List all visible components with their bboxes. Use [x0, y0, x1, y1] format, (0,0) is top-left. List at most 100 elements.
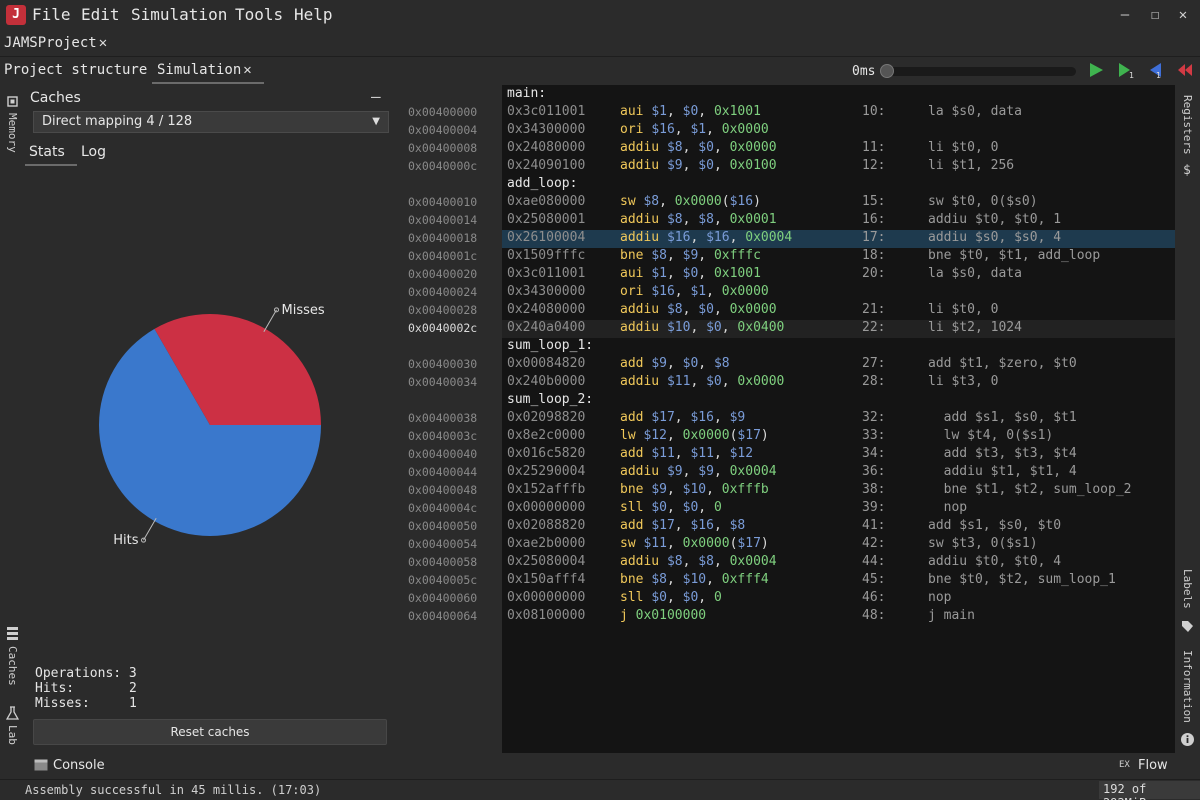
instruction-address: 0x00400030 — [408, 357, 478, 371]
project-tab[interactable]: JAMSProject ✕ — [4, 35, 107, 51]
sidebar-item-lab[interactable]: Lab — [6, 725, 19, 745]
instruction-row[interactable]: 0x34300000 ori $16, $1, 0x0000 — [502, 284, 1175, 302]
menu-help[interactable]: Help — [294, 5, 333, 24]
instruction-row[interactable]: 0x24080000 addiu $8, $0, 0x0000 21: li $t0,… — [502, 302, 1175, 320]
code-label-row[interactable]: sum_loop_2: — [502, 392, 1175, 410]
instruction-address: 0x00400058 — [408, 555, 478, 569]
register-operand: $9 — [666, 158, 683, 173]
instruction-row[interactable]: 0x240b0000 addiu $11, $0, 0x0000 28: li $t3… — [502, 374, 1175, 392]
menu-edit[interactable]: Edit — [81, 5, 120, 24]
instruction-address: 0x00400004 — [408, 123, 478, 137]
instruction-row[interactable]: 0x240a0400 addiu $10, $0, 0x0400 22: li $t2… — [502, 320, 1175, 338]
instruction-mnemonic: add — [620, 518, 644, 533]
instruction-row[interactable]: 0x24080000 addiu $8, $0, 0x0000 11: li $t0,… — [502, 140, 1175, 158]
minimize-panel-button[interactable]: — — [371, 87, 381, 106]
instruction-row[interactable]: 0x150afff4 bne $8, $10, 0xfff4 45: bne $t0,… — [502, 572, 1175, 590]
immediate-operand: 0x0000 — [721, 284, 769, 299]
close-window-button[interactable]: ✕ — [1174, 6, 1192, 24]
stat-hits: Hits: 2 — [35, 681, 137, 696]
instruction-row[interactable]: 0xae080000 sw $8, 0x0000($16) 15: sw $t0, 0… — [502, 194, 1175, 212]
menu-tools[interactable]: Tools — [235, 5, 283, 24]
instruction-row[interactable]: 0x00000000 sll $0, $0, 0 46: nop — [502, 590, 1175, 608]
source-line-number: 15: — [862, 194, 886, 209]
instruction-hex: 0x26100004 — [507, 230, 586, 245]
source-code: bne $t0, $t2, sum_loop_1 — [928, 572, 1116, 587]
instruction-row[interactable]: 0x26100004 addiu $16, $16, 0x0004 17: addiu… — [502, 230, 1175, 248]
run-icon[interactable] — [1087, 61, 1105, 79]
tab-simulation[interactable]: Simulation ✕ — [157, 62, 252, 78]
register-operand: $16 — [690, 518, 714, 533]
code-label-row[interactable]: sum_loop_1: — [502, 338, 1175, 356]
instruction-row[interactable]: 0x00000000 sll $0, $0, 0 39: nop — [502, 500, 1175, 518]
instruction-row[interactable]: 0x1509fffc bne $8, $9, 0xfffc 18: bne $t0, … — [502, 248, 1175, 266]
instruction-row[interactable]: 0x08100000 j 0x0100000 48: j main — [502, 608, 1175, 626]
console-tab[interactable]: Console — [53, 758, 105, 773]
undo-step-icon[interactable]: 1 — [1146, 61, 1164, 79]
instruction-row[interactable]: 0x00084820 add $9, $0, $8 27: add $t1, $zer… — [502, 356, 1175, 374]
minimize-window-button[interactable]: — — [1116, 6, 1134, 24]
flow-tab[interactable]: Flow — [1138, 758, 1168, 773]
instruction-address: 0x00400064 — [408, 609, 478, 623]
sidebar-item-registers[interactable]: Registers — [1181, 95, 1194, 155]
sidebar-item-caches[interactable]: Caches — [6, 646, 19, 686]
instruction-address: 0x00400040 — [408, 447, 478, 461]
operand-punctuation: , — [698, 500, 714, 515]
reset-simulation-icon[interactable] — [1176, 61, 1194, 79]
register-operand: $0 — [682, 356, 699, 371]
instruction-row[interactable]: 0x25080004 addiu $8, $8, 0x0004 44: addiu $… — [502, 554, 1175, 572]
tab-log[interactable]: Log — [81, 144, 106, 160]
instruction-hex: 0x02088820 — [507, 518, 586, 533]
instruction-row[interactable]: 0x02098820 add $17, $16, $9 32: add $s1, $… — [502, 410, 1175, 428]
step-icon[interactable]: 1 — [1116, 61, 1134, 79]
source-code: li $t2, 1024 — [928, 320, 1022, 335]
register-operand: $0 — [682, 266, 699, 281]
instruction-mnemonic: bne — [620, 248, 644, 263]
operand-punctuation: , — [713, 212, 730, 227]
instruction-hex: 0x34300000 — [507, 122, 586, 137]
instruction-mnemonic: aui — [620, 266, 644, 281]
slider-handle[interactable] — [880, 64, 894, 78]
instruction-hex: 0x3c011001 — [507, 104, 586, 119]
code-label-row[interactable]: main: — [502, 86, 1175, 104]
cache-select[interactable]: Direct mapping 4 / 128 ▼ — [33, 111, 389, 133]
instruction-row[interactable]: 0x3c011001 aui $1, $0, 0x1001 10: la $s0, d… — [502, 104, 1175, 122]
code-label-row[interactable]: add_loop: — [502, 176, 1175, 194]
register-operand: $9 — [682, 248, 699, 263]
close-icon[interactable]: ✕ — [243, 62, 251, 78]
sidebar-item-memory[interactable]: Memory — [6, 113, 19, 153]
console-bar: Console EX Flow — [0, 753, 1200, 779]
instruction-row[interactable]: 0x24090100 addiu $9, $0, 0x0100 12: li $t1,… — [502, 158, 1175, 176]
instruction-row[interactable]: 0x3c011001 aui $1, $0, 0x1001 20: la $s0, d… — [502, 266, 1175, 284]
close-icon[interactable]: ✕ — [99, 35, 107, 51]
instruction-disassembly: aui $1, $0, 0x1001 — [620, 104, 761, 119]
instruction-disassembly: addiu $9, $0, 0x0100 — [620, 158, 777, 173]
instruction-row[interactable]: 0x152afffb bne $9, $10, 0xfffb 38: bne $t1… — [502, 482, 1175, 500]
instruction-row[interactable]: 0x016c5820 add $11, $11, $12 34: add $t3, … — [502, 446, 1175, 464]
instruction-row[interactable]: 0x02088820 add $17, $16, $8 41: add $s1, $s… — [502, 518, 1175, 536]
instruction-row[interactable]: 0x34300000 ori $16, $1, 0x0000 — [502, 122, 1175, 140]
source-code: add $t3, $t3, $t4 — [928, 446, 1077, 461]
source-line-number: 22: — [862, 320, 886, 335]
register-operand: $11 — [666, 374, 691, 389]
memory-usage-indicator[interactable]: 192 of 292MiB — [1099, 781, 1200, 800]
instruction-disassembly: j 0x0100000 — [620, 608, 706, 623]
immediate-operand: 0x0000 — [721, 122, 769, 137]
simulation-speed-slider[interactable] — [882, 67, 1076, 76]
instruction-address: 0x00400038 — [408, 411, 478, 425]
tab-project-structure[interactable]: Project structure — [4, 62, 147, 78]
sidebar-item-information[interactable]: Information — [1181, 650, 1194, 723]
reset-caches-button[interactable]: Reset caches — [33, 719, 387, 745]
instructions-view: main: 0x3c011001 aui $1, $0, 0x1001 10: la $… — [502, 85, 1175, 753]
maximize-window-button[interactable]: ☐ — [1146, 6, 1164, 24]
instruction-row[interactable]: 0xae2b0000 sw $11, 0x0000($17) 42: sw $t3, … — [502, 536, 1175, 554]
instruction-row[interactable]: 0x8e2c0000 lw $12, 0x0000($17) 33: lw $t4,… — [502, 428, 1175, 446]
source-code: li $t0, 0 — [928, 302, 999, 317]
menu-simulation[interactable]: Simulation — [131, 5, 227, 24]
svg-text:1: 1 — [1156, 71, 1161, 79]
tab-stats[interactable]: Stats — [29, 144, 65, 160]
active-subtab-indicator — [25, 164, 77, 166]
instruction-row[interactable]: 0x25290004 addiu $9, $9, 0x0004 36: addiu … — [502, 464, 1175, 482]
sidebar-item-labels[interactable]: Labels — [1181, 569, 1194, 609]
instruction-row[interactable]: 0x25080001 addiu $8, $8, 0x0001 16: addiu $… — [502, 212, 1175, 230]
menu-file[interactable]: File — [32, 5, 71, 24]
